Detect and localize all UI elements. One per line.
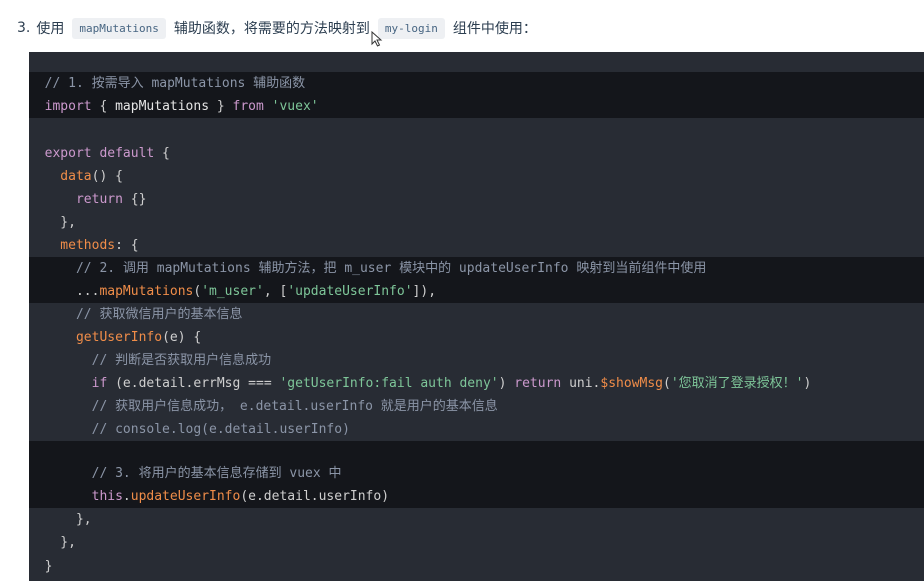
step-text-before: 使用 (36, 21, 65, 37)
step-number: 3. (17, 20, 31, 36)
code-token: () { (91, 169, 123, 184)
code-token: // 获取微信用户的基本信息 (29, 307, 243, 322)
code-token: . (122, 489, 131, 504)
code-token: // console.log(e.detail.userInfo) (29, 422, 350, 437)
code-line: // 2. 调用 mapMutations 辅助方法，把 m_user 模块中的… (29, 257, 924, 280)
code-line: // 1. 按需导入 mapMutations 辅助函数 (29, 72, 924, 95)
code-token: this (29, 489, 123, 504)
code-token: } (29, 559, 53, 574)
inline-code-mapmutations: mapMutations (72, 17, 166, 39)
code-token: 'getUserInfo:fail auth deny' (279, 376, 499, 391)
code-token: ) (498, 376, 515, 391)
code-line: data() { (29, 165, 924, 188)
code-token: export default (29, 146, 155, 161)
code-token: // 3. 将用户的基本信息存储到 vuex 中 (29, 466, 342, 481)
code-line: // 获取用户信息成功， e.detail.userInfo 就是用户的基本信息 (29, 395, 924, 418)
code-token: ... (29, 284, 100, 299)
code-token: import (29, 99, 92, 114)
step-text-middle: 辅助函数，将需要的方法映射到 (173, 21, 370, 37)
code-line: // 判断是否获取用户信息成功 (29, 349, 924, 372)
code-token: (e) { (162, 330, 202, 345)
inline-code-my-login: my-login (377, 17, 445, 39)
code-block: // 1. 按需导入 mapMutations 辅助函数 import { ma… (29, 52, 924, 581)
code-line: this.updateUserInfo(e.detail.userInfo) (29, 485, 924, 508)
code-token: { (154, 146, 170, 161)
code-line: ...mapMutations('m_user', ['updateUserIn… (29, 280, 924, 303)
code-line: if (e.detail.errMsg === 'getUserInfo:fai… (29, 372, 924, 395)
code-token: // 判断是否获取用户信息成功 (29, 353, 272, 368)
code-token: ) (803, 376, 812, 391)
code-line: } (29, 555, 924, 578)
code-token: return (514, 376, 562, 391)
code-token: $showMsg (600, 376, 664, 391)
code-token: }, (29, 535, 76, 550)
code-token: mapMutations (99, 284, 194, 299)
code-line: // console.log(e.detail.userInfo) (29, 418, 924, 441)
code-token: ]), (412, 284, 437, 299)
code-token: // 2. 调用 mapMutations 辅助方法，把 m_user 模块中的… (29, 261, 707, 276)
code-token: } (209, 99, 233, 114)
code-line: methods: { (29, 234, 924, 257)
code-line: }, (29, 531, 924, 554)
code-token: {} (122, 192, 147, 207)
code-token: 'updateUserInfo' (287, 284, 413, 299)
code-token: // 1. 按需导入 mapMutations 辅助函数 (29, 76, 306, 91)
mouse-cursor-icon (371, 31, 383, 47)
code-token: 'vuex' (271, 99, 319, 114)
code-line: getUserInfo(e) { (29, 326, 924, 349)
code-token: }, (29, 215, 76, 230)
code-token: : { (115, 238, 139, 253)
code-token: if (29, 376, 108, 391)
code-token: ( (663, 376, 671, 391)
code-token: }, (29, 512, 92, 527)
code-line: // 3. 将用户的基本信息存储到 vuex 中 (29, 462, 924, 485)
code-token: mapMutations (115, 99, 210, 114)
code-line: import { mapMutations } from 'vuex' (29, 95, 924, 118)
code-line: // 获取微信用户的基本信息 (29, 303, 924, 326)
code-token: return (29, 192, 123, 207)
code-token: // 获取用户信息成功， e.detail.userInfo 就是用户的基本信息 (29, 399, 498, 414)
code-token: { (91, 99, 116, 114)
code-token: uni. (561, 376, 601, 391)
code-line: }, (29, 211, 924, 234)
code-line: return {} (29, 188, 924, 211)
step-instruction: 3. 使用 mapMutations 辅助函数，将需要的方法映射到 my-log… (14, 14, 540, 42)
code-token: (e.detail.errMsg === (107, 376, 280, 391)
code-token: 'm_user' (201, 284, 264, 299)
step-text-after: 组件中使用： (452, 21, 537, 37)
code-token: , [ (263, 284, 288, 299)
code-token: (e.detail.userInfo) (240, 489, 390, 504)
code-line: export default { (29, 142, 924, 165)
code-line (29, 441, 924, 464)
code-token: data (29, 169, 92, 184)
code-token: getUserInfo (29, 330, 163, 345)
code-line: }, (29, 508, 924, 531)
code-token: methods (29, 238, 116, 253)
code-token: updateUserInfo (130, 489, 241, 504)
code-token: '您取消了登录授权！' (670, 376, 804, 391)
code-token: from (232, 99, 264, 114)
